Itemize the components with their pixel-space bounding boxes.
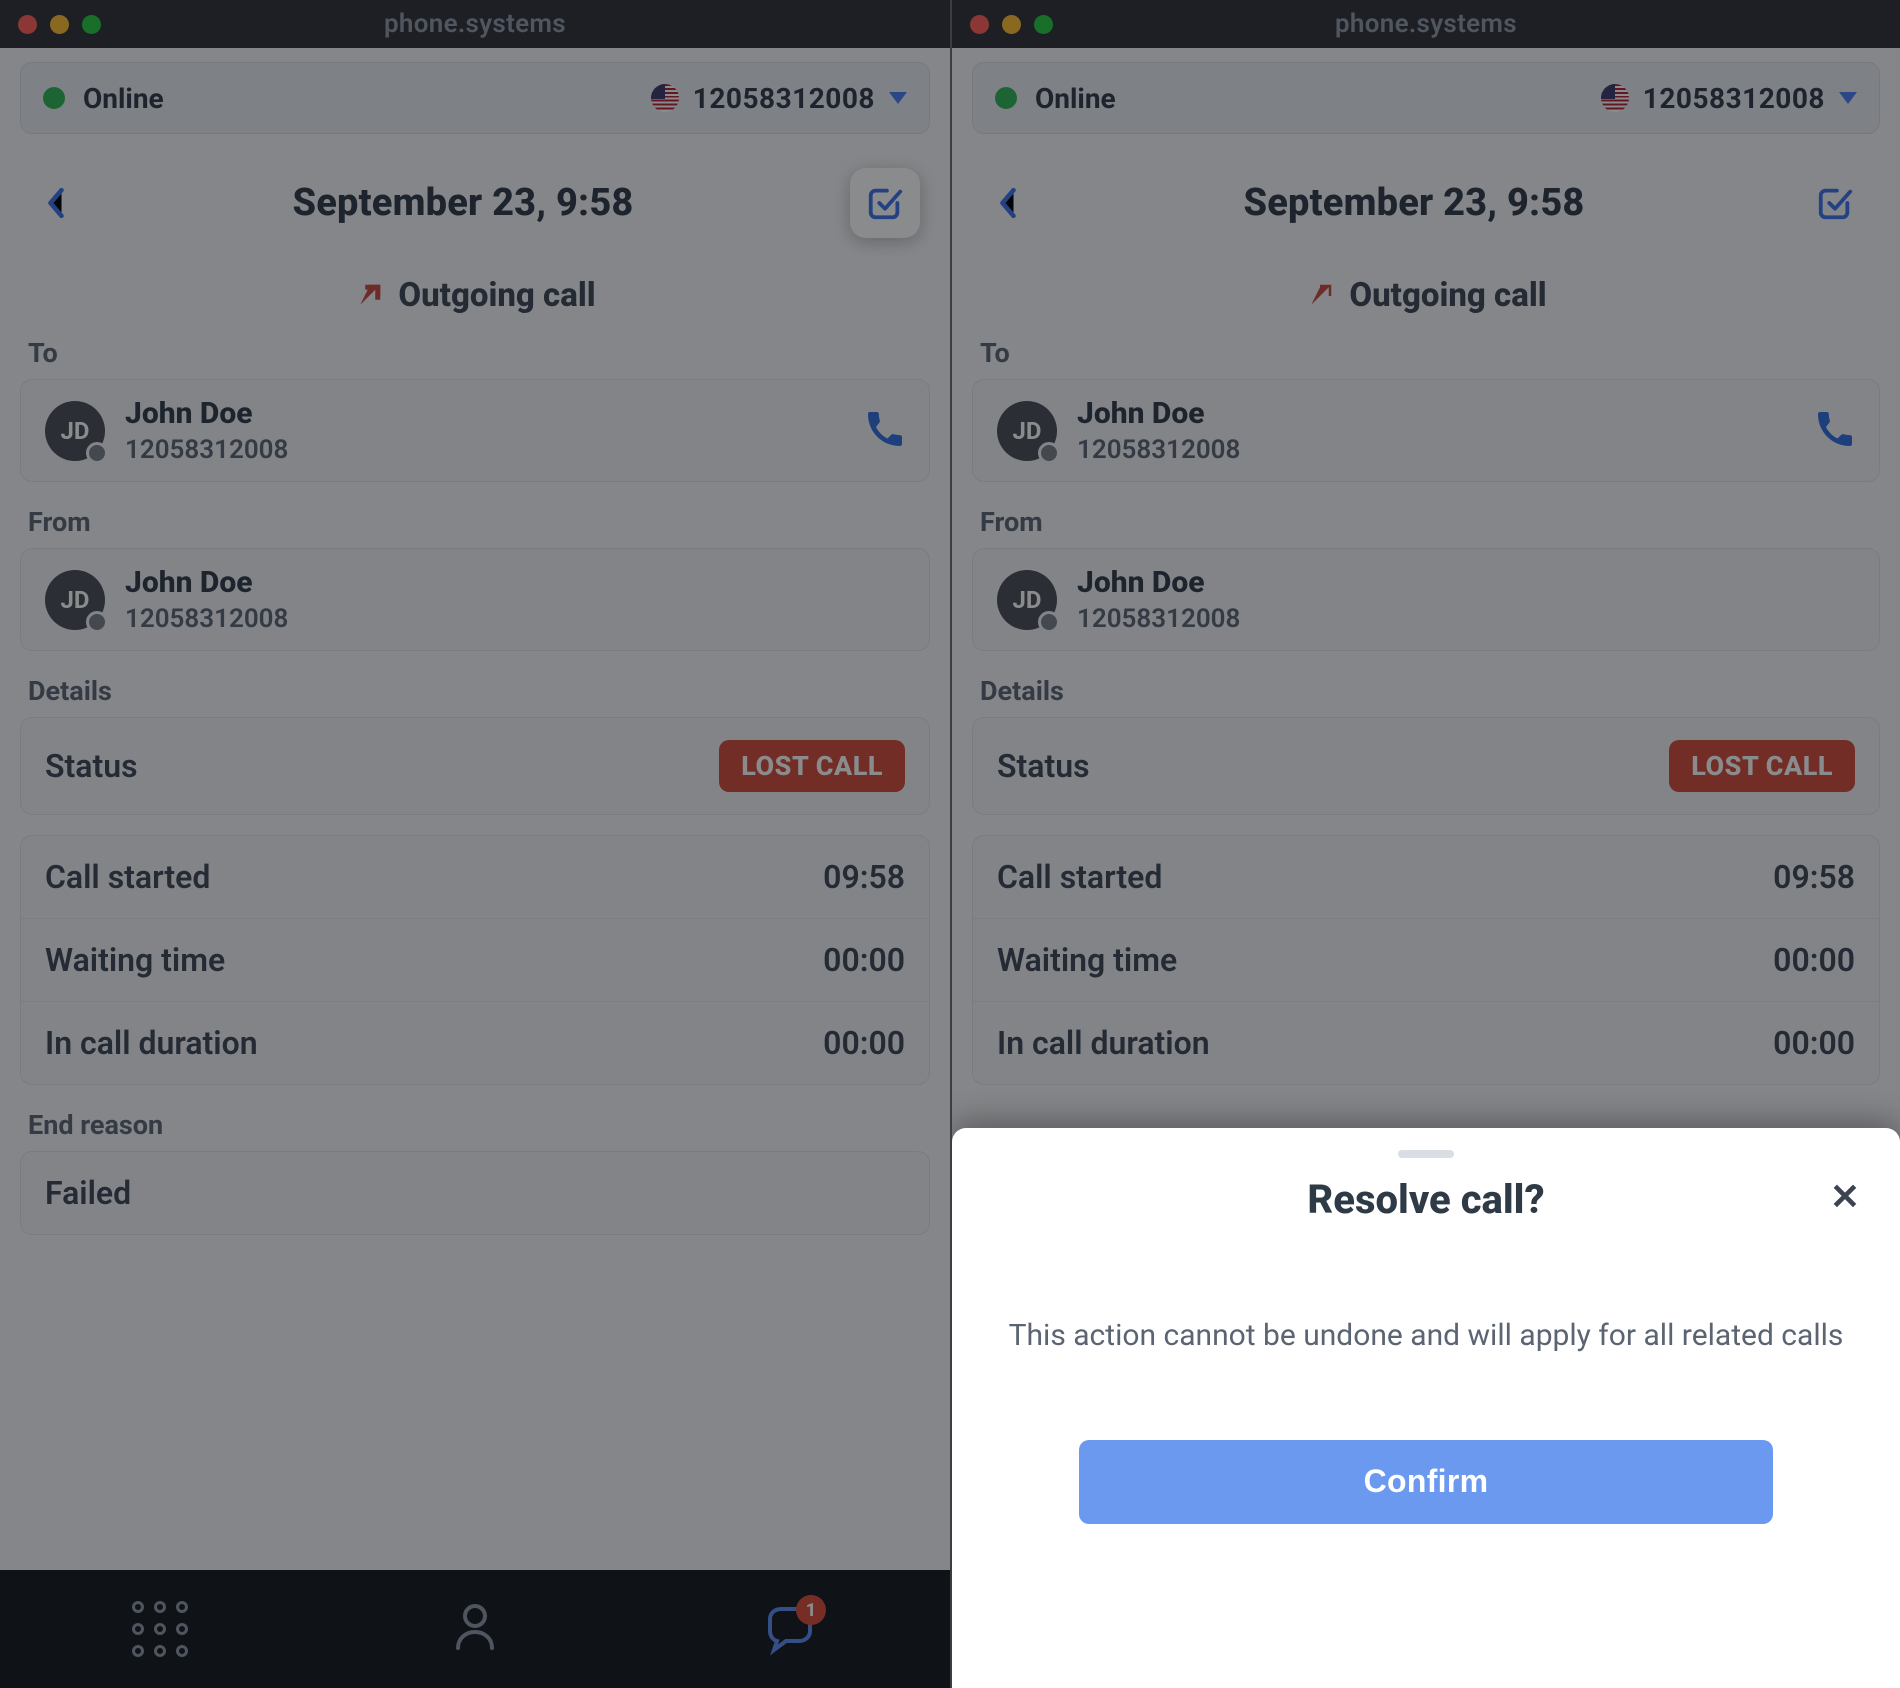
resolve-modal: Resolve call? ✕ This action cannot be un… <box>952 1128 1900 1688</box>
status-badge: LOST CALL <box>719 740 905 792</box>
presence-indicator-icon <box>1038 442 1060 464</box>
chevron-down-icon <box>1839 92 1857 104</box>
left-pane: phone.systems Online 12058312008 Septemb… <box>0 0 950 1688</box>
presence-label: Online <box>1035 82 1116 115</box>
call-button[interactable] <box>1815 409 1855 453</box>
resolve-button[interactable] <box>1800 168 1870 238</box>
section-from: From <box>0 502 950 548</box>
back-button[interactable] <box>36 183 76 223</box>
app-title: phone.systems <box>952 9 1900 39</box>
detail-value: 09:58 <box>823 858 905 896</box>
detail-value: 00:00 <box>1773 941 1855 979</box>
tab-messages[interactable]: 1 <box>762 1601 818 1657</box>
resolve-button[interactable] <box>850 168 920 238</box>
section-to: To <box>952 333 1900 379</box>
modal-body: This action cannot be undone and will ap… <box>992 1313 1860 1360</box>
selected-number: 12058312008 <box>1643 82 1825 115</box>
modal-title: Resolve call? <box>1307 1176 1544 1223</box>
window-titlebar: phone.systems <box>0 0 950 48</box>
call-direction-label: Outgoing call <box>1349 276 1546 315</box>
contact-name: John Doe <box>1077 565 1240 600</box>
avatar: JD <box>45 570 105 630</box>
section-end-reason: End reason <box>0 1105 950 1151</box>
number-selector[interactable]: 12058312008 <box>651 82 907 115</box>
contact-number: 12058312008 <box>125 604 288 634</box>
detail-key: Call started <box>45 858 210 896</box>
status-bar: Online 12058312008 <box>20 62 930 134</box>
presence-dot-icon <box>995 87 1017 109</box>
avatar: JD <box>997 570 1057 630</box>
timing-card: Call started 09:58 Waiting time 00:00 In c… <box>972 835 1880 1085</box>
window-titlebar: phone.systems <box>952 0 1900 48</box>
sheet-grabber-icon[interactable] <box>1398 1150 1454 1158</box>
status-bar: Online 12058312008 <box>972 62 1880 134</box>
notification-badge: 1 <box>796 1595 826 1625</box>
detail-key: Call started <box>997 858 1162 896</box>
detail-value: 09:58 <box>1773 858 1855 896</box>
close-icon[interactable]: ✕ <box>1830 1176 1860 1218</box>
chevron-down-icon <box>889 92 907 104</box>
detail-key: Waiting time <box>997 941 1177 979</box>
detail-key: In call duration <box>45 1024 258 1062</box>
back-button[interactable] <box>988 183 1028 223</box>
contact-to[interactable]: JD John Doe 12058312008 <box>972 379 1880 482</box>
contact-from[interactable]: JD John Doe 12058312008 <box>972 548 1880 651</box>
presence-indicator-icon <box>86 611 108 633</box>
page-title: September 23, 9:58 <box>292 181 633 225</box>
app-title: phone.systems <box>0 9 950 39</box>
contact-from[interactable]: JD John Doe 12058312008 <box>20 548 930 651</box>
avatar: JD <box>45 401 105 461</box>
detail-key-status: Status <box>997 747 1090 785</box>
section-to: To <box>0 333 950 379</box>
avatar: JD <box>997 401 1057 461</box>
us-flag-icon <box>651 84 679 112</box>
section-details: Details <box>0 671 950 717</box>
detail-value: 00:00 <box>1773 1024 1855 1062</box>
section-from: From <box>952 502 1900 548</box>
timing-card: Call started 09:58 Waiting time 00:00 In c… <box>20 835 930 1085</box>
contact-name: John Doe <box>125 565 288 600</box>
call-direction-label: Outgoing call <box>398 276 595 315</box>
number-selector[interactable]: 12058312008 <box>1601 82 1857 115</box>
contact-name: John Doe <box>125 396 288 431</box>
details-card: Status LOST CALL <box>972 717 1880 815</box>
end-reason-value: Failed <box>20 1151 930 1235</box>
right-pane: phone.systems Online 12058312008 Septemb… <box>950 0 1900 1688</box>
call-direction: Outgoing call <box>952 246 1900 333</box>
contact-number: 12058312008 <box>1077 604 1240 634</box>
detail-key-status: Status <box>45 747 138 785</box>
presence-indicator-icon <box>1038 611 1060 633</box>
tab-dialpad[interactable] <box>132 1601 188 1657</box>
presence-label: Online <box>83 82 164 115</box>
details-card: Status LOST CALL <box>20 717 930 815</box>
presence-dot-icon <box>43 87 65 109</box>
selected-number: 12058312008 <box>693 82 875 115</box>
us-flag-icon <box>1601 84 1629 112</box>
detail-key: Waiting time <box>45 941 225 979</box>
call-button[interactable] <box>865 409 905 453</box>
detail-value: 00:00 <box>823 1024 905 1062</box>
presence-indicator-icon <box>86 442 108 464</box>
confirm-button[interactable]: Confirm <box>1079 1440 1773 1524</box>
bottom-tabbar: 1 <box>0 1570 950 1688</box>
tab-contacts[interactable] <box>452 1602 498 1656</box>
section-details: Details <box>952 671 1900 717</box>
detail-key: In call duration <box>997 1024 1210 1062</box>
page-title: September 23, 9:58 <box>1243 181 1584 225</box>
contact-name: John Doe <box>1077 396 1240 431</box>
call-direction: Outgoing call <box>0 246 950 333</box>
detail-value: 00:00 <box>823 941 905 979</box>
contact-to[interactable]: JD John Doe 12058312008 <box>20 379 930 482</box>
contact-number: 12058312008 <box>125 435 288 465</box>
status-badge: LOST CALL <box>1669 740 1855 792</box>
contact-number: 12058312008 <box>1077 435 1240 465</box>
